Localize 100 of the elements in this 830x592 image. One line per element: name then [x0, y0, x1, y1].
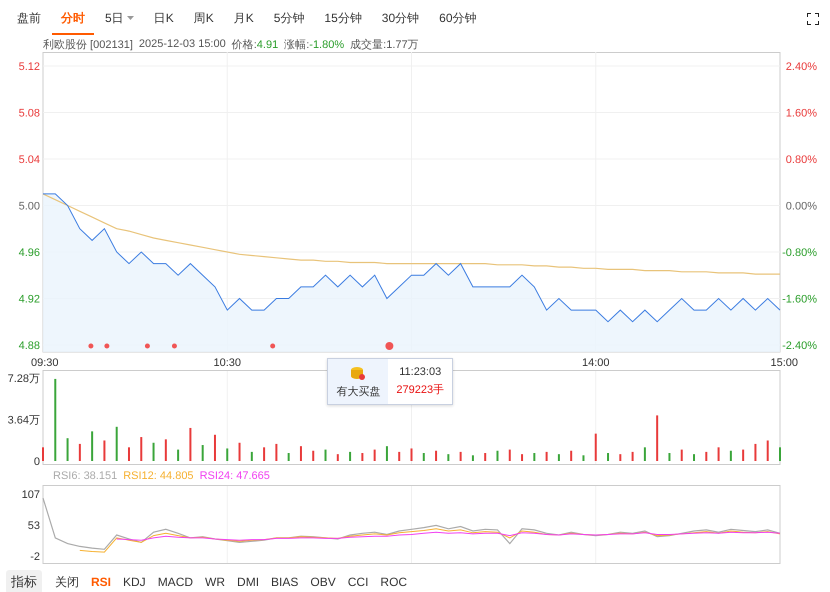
volume-bar — [754, 444, 756, 461]
volume-bar — [693, 454, 696, 461]
volume-bar — [472, 455, 474, 461]
period-tab[interactable]: 60分钟 — [430, 2, 486, 34]
axis-label: 5.12 — [18, 61, 40, 73]
volume-bar — [705, 452, 708, 461]
volume-bar — [300, 446, 302, 461]
volume-bar — [422, 453, 425, 461]
volume-bar — [508, 450, 511, 461]
volume-bar — [607, 453, 610, 461]
period-tab[interactable]: 日K — [144, 2, 183, 34]
datetime-text: 2025-12-03 15:00 — [138, 38, 226, 50]
indicator-tab[interactable]: WR — [200, 572, 230, 592]
volume-bar — [177, 450, 180, 461]
axis-label: 5.04 — [18, 154, 40, 166]
volume-bar — [128, 447, 130, 461]
marker-dot[interactable] — [385, 342, 394, 350]
volume-bar — [558, 454, 560, 461]
volume-bar — [91, 431, 94, 461]
axis-label: -1.60% — [782, 294, 817, 306]
axis-label: 53 — [28, 520, 40, 532]
period-tab[interactable]: 5日 — [96, 2, 143, 34]
volume-bar — [668, 453, 670, 461]
axis-label: 4.88 — [18, 340, 40, 352]
volume-bar — [78, 444, 81, 461]
tooltip-title: 有大买盘 — [336, 385, 380, 399]
indicator-tab[interactable]: CCI — [342, 572, 374, 592]
volume-bar — [202, 445, 204, 461]
axis-label: 3.64万 — [8, 414, 40, 426]
legend-label: RSI24: 47.665 — [200, 470, 270, 482]
volume-bar — [680, 450, 683, 461]
volume-bar — [546, 452, 548, 461]
axis-label: 0.80% — [786, 154, 817, 166]
volume-bar — [447, 454, 450, 461]
indicator-tab[interactable]: KDJ — [118, 572, 151, 592]
tooltip-time: 11:23:03 — [399, 366, 442, 378]
volume-bar — [189, 428, 192, 461]
volume-bar — [582, 455, 584, 461]
marker-dot[interactable] — [172, 344, 177, 348]
axis-label: 107 — [22, 489, 40, 502]
indicator-tab[interactable]: OBV — [305, 572, 341, 592]
axis-label: 09:30 — [31, 357, 59, 368]
volume-bar — [730, 450, 732, 461]
axis-label: 5.00 — [18, 200, 40, 212]
indicator-tab[interactable]: DMI — [232, 572, 264, 592]
period-tab[interactable]: 月K — [224, 2, 263, 34]
volume-bar — [336, 454, 339, 461]
period-tab[interactable]: 周K — [184, 2, 223, 34]
indicator-tab[interactable]: BIAS — [266, 572, 304, 592]
volume-bar — [275, 444, 278, 461]
marker-dot[interactable] — [144, 344, 150, 348]
volume-bar — [386, 446, 388, 461]
volume-bar — [398, 452, 400, 461]
volume-bar — [632, 452, 634, 461]
fullscreen-icon[interactable] — [807, 13, 819, 25]
axis-label: 15:00 — [770, 357, 798, 368]
volume-bar — [66, 438, 69, 461]
volume-bar — [250, 452, 253, 461]
axis-label: 10:30 — [213, 357, 242, 368]
indicator-tab[interactable]: 关闭 — [50, 570, 84, 592]
period-tab[interactable]: 30分钟 — [372, 2, 428, 34]
volume-bar — [349, 452, 352, 461]
indicator-tab[interactable]: ROC — [375, 572, 412, 592]
volume-bar — [288, 453, 290, 461]
volume-bar — [460, 452, 462, 461]
volume-bar — [324, 450, 327, 461]
indicator-tab[interactable]: MACD — [152, 572, 198, 592]
volume-bar — [496, 450, 498, 461]
coin-icon — [350, 366, 366, 381]
volume-bar — [742, 450, 744, 461]
period-tab[interactable]: 5分钟 — [264, 2, 314, 34]
axis-label: 4.96 — [18, 247, 40, 259]
legend-label: RSI12: 44.805 — [123, 470, 194, 482]
axis-label: 2.40% — [786, 61, 817, 73]
volume-bar — [226, 448, 228, 461]
volume-bar — [361, 453, 364, 461]
volume-bar — [263, 447, 266, 461]
volume-bar — [312, 450, 314, 461]
marker-dot[interactable] — [270, 344, 276, 348]
period-tab[interactable]: 盘前 — [8, 2, 50, 34]
volume-bar — [570, 450, 572, 461]
volume-bar — [103, 440, 106, 461]
axis-label: 14:00 — [582, 357, 610, 368]
volume-bar — [214, 434, 216, 461]
volume-bar — [533, 453, 536, 461]
axis-label: -2 — [30, 551, 40, 564]
axis-label: 5.08 — [18, 108, 40, 120]
axis-label: 1.60% — [786, 108, 817, 120]
volume-bar — [374, 450, 376, 461]
volume-bar — [140, 437, 142, 461]
volume-bar — [164, 439, 167, 461]
volume-bar — [435, 450, 438, 461]
stock-name: 利欧股份 [002131] — [43, 38, 133, 52]
marker-dot[interactable] — [88, 344, 94, 348]
period-tab[interactable]: 15分钟 — [315, 2, 371, 34]
axis-label: -2.40% — [782, 340, 817, 352]
marker-dot[interactable] — [104, 344, 110, 348]
volume-bar — [619, 454, 622, 461]
axis-label: 0.00% — [786, 200, 817, 212]
info-field: 涨幅:-1.80% — [284, 36, 344, 52]
